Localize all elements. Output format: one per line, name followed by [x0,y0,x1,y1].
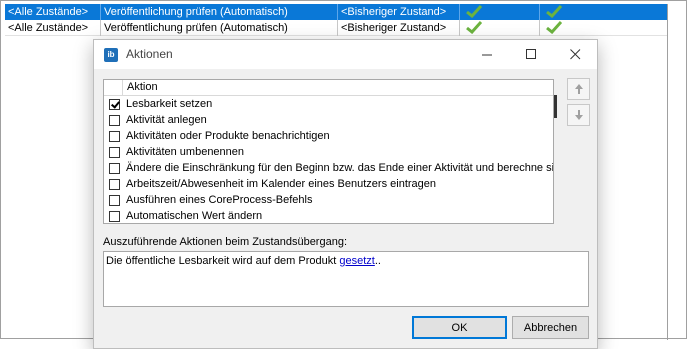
actions-dialog: ib Aktionen Aktion Lesbarkeit setzen Akt… [93,39,598,349]
action-checkbox[interactable] [109,178,120,190]
action-checkbox[interactable] [109,98,120,110]
action-label: Arbeitszeit/Abwesenheit im Kalender eine… [126,178,437,190]
action-label: Automatischen Wert ändern [126,210,263,222]
action-checkbox[interactable] [109,194,120,206]
list-header: Aktion [104,80,553,96]
list-item[interactable]: Aktivität anlegen [104,112,553,128]
cancel-button[interactable]: Abbrechen [512,316,589,339]
app-logo-icon: ib [104,48,118,62]
action-checkbox[interactable] [109,130,120,142]
action-checkbox[interactable] [109,210,120,222]
actions-items: Lesbarkeit setzen Aktivität anlegen Akti… [104,96,553,223]
grid-right-border [667,4,668,340]
green-check-icon [466,20,482,34]
list-item[interactable]: Lesbarkeit setzen [104,96,553,112]
description-suffix: .. [374,255,381,267]
rule-flag-cell[interactable] [460,19,540,36]
rule-flag-cell[interactable] [460,4,540,20]
green-check-icon [546,5,562,18]
rule-flag-cell[interactable] [540,19,668,36]
rule-check-name: Veröffentlichung prüfen (Automatisch) [101,4,338,20]
action-label: Lesbarkeit setzen [126,98,213,110]
arrow-down-icon [574,110,583,120]
close-icon [569,49,580,60]
dialog-title: Aktionen [126,47,173,61]
close-button[interactable] [553,40,597,69]
action-label: Ändere die Einschränkung für den Beginn … [126,162,554,174]
action-checkbox[interactable] [109,146,120,158]
header-checkbox-column[interactable] [104,80,123,95]
list-item[interactable]: Arbeitszeit/Abwesenheit im Kalender eine… [104,176,553,192]
list-scrollbar-thumb[interactable] [554,95,557,118]
rule-state-from: <Alle Zustände> [5,19,101,36]
move-down-button[interactable] [567,104,590,126]
description-link[interactable]: gesetzt [339,255,374,267]
ok-button[interactable]: OK [412,316,507,339]
description-box[interactable]: Die öffentliche Lesbarkeit wird auf dem … [103,251,589,307]
rule-row-selected[interactable]: <Alle Zustände> Veröffentlichung prüfen … [5,4,668,20]
rule-state-to: <Bisheriger Zustand> [338,19,460,36]
header-action-label[interactable]: Aktion [127,81,158,93]
maximize-button[interactable] [509,40,553,69]
action-label: Aktivitäten umbenennen [126,146,245,158]
description-label: Auszuführende Aktionen beim Zustandsüber… [103,236,347,248]
rule-flag-cell[interactable] [540,4,668,20]
minimize-button[interactable] [465,40,509,69]
list-item[interactable]: Automatischen Wert ändern [104,208,553,223]
minimize-icon [481,54,492,56]
list-item[interactable]: Ausführen eines CoreProcess-Befehls [104,192,553,208]
maximize-icon [525,49,536,59]
green-check-icon [466,5,482,18]
rule-state-to: <Bisheriger Zustand> [338,4,460,20]
rule-row[interactable]: <Alle Zustände> Veröffentlichung prüfen … [5,19,668,36]
dialog-titlebar[interactable]: ib Aktionen [94,40,597,69]
actions-list[interactable]: Aktion Lesbarkeit setzen Aktivität anleg… [103,79,554,224]
rule-state-from: <Alle Zustände> [5,4,101,20]
action-checkbox[interactable] [109,162,120,174]
rule-check-name: Veröffentlichung prüfen (Automatisch) [101,19,338,36]
green-check-icon [546,20,562,34]
list-item[interactable]: Ändere die Einschränkung für den Beginn … [104,160,553,176]
action-label: Ausführen eines CoreProcess-Befehls [126,194,313,206]
action-label: Aktivitäten oder Produkte benachrichtige… [126,130,330,142]
description-text: Die öffentliche Lesbarkeit wird auf dem … [106,255,340,267]
arrow-up-icon [574,84,583,94]
list-item[interactable]: Aktivitäten umbenennen [104,144,553,160]
action-checkbox[interactable] [109,114,120,126]
move-up-button[interactable] [567,78,590,100]
action-label: Aktivität anlegen [126,114,207,126]
list-item[interactable]: Aktivitäten oder Produkte benachrichtige… [104,128,553,144]
